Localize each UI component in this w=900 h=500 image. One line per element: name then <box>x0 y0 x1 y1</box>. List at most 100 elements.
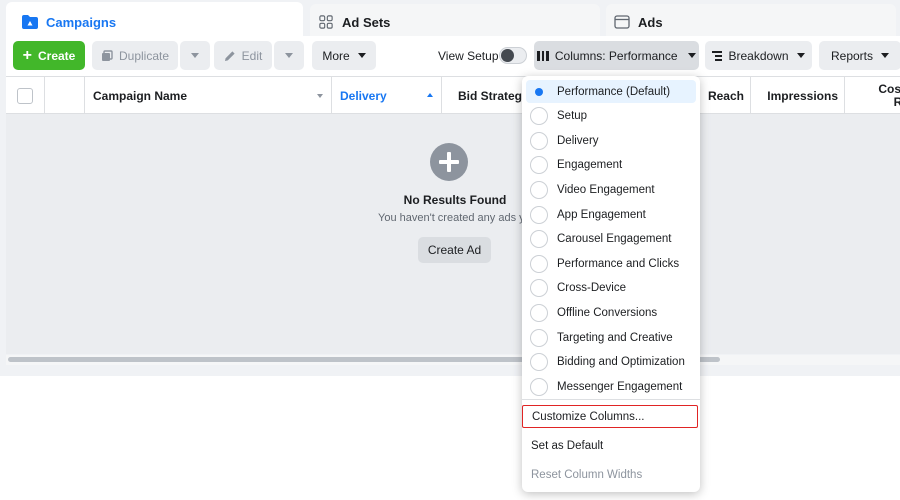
columns-icon <box>537 50 549 61</box>
tab-ads[interactable]: Ads <box>606 4 896 40</box>
campaign-name-label: Campaign Name <box>93 88 188 103</box>
view-setup-label: View Setup <box>438 49 499 63</box>
column-preset-label: Setup <box>557 110 588 123</box>
column-preset-item[interactable]: Bidding and Optimization <box>526 351 696 374</box>
reach-label: Reach <box>707 88 744 103</box>
breakdown-icon <box>712 50 723 61</box>
column-preset-label: Bidding and Optimization <box>557 356 685 369</box>
radio-icon <box>530 131 548 150</box>
column-preset-item[interactable]: Video Engagement <box>526 178 696 201</box>
column-preset-label: Targeting and Creative <box>557 331 673 344</box>
edit-dropdown-button[interactable] <box>274 41 304 70</box>
column-header-delivery[interactable]: Delivery <box>332 77 442 114</box>
column-preset-label: Carousel Engagement <box>557 233 672 246</box>
columns-button[interactable]: Columns: Performance <box>534 41 699 70</box>
toolbar: + Create Duplicate Edit More View Setup <box>6 36 900 76</box>
column-header-campaign-name[interactable]: Campaign Name <box>85 77 332 114</box>
tab-ad-sets-label: Ad Sets <box>342 14 391 30</box>
bid-strategy-label: Bid Strategy <box>458 88 529 103</box>
column-preset-item[interactable]: Carousel Engagement <box>526 228 696 251</box>
radio-icon <box>530 279 548 298</box>
radio-icon <box>530 254 548 273</box>
column-preset-item[interactable]: Performance and Clicks <box>526 252 696 275</box>
column-preset-label: Delivery <box>557 134 599 147</box>
column-preset-label: Video Engagement <box>557 183 655 196</box>
tab-campaigns-label: Campaigns <box>46 14 117 30</box>
plus-circle-icon <box>430 143 468 181</box>
column-preset-item[interactable]: Setup <box>526 105 696 128</box>
menu-divider <box>522 399 700 400</box>
radio-icon <box>530 328 548 347</box>
plus-icon: + <box>22 46 32 64</box>
column-preset-label: Performance and Clicks <box>557 257 680 270</box>
column-preset-item[interactable]: Cross-Device <box>526 277 696 300</box>
column-header-bid-strategy[interactable]: Bid Strategy <box>442 77 532 114</box>
toggle-column-header <box>45 77 85 114</box>
duplicate-icon <box>101 49 113 61</box>
empty-state-subtitle: You haven't created any ads ye <box>378 212 524 224</box>
delivery-label: Delivery <box>340 88 387 103</box>
sort-icon <box>317 94 323 98</box>
column-preset-item[interactable]: Delivery <box>526 129 696 152</box>
radio-icon <box>530 377 548 396</box>
radio-icon <box>530 107 548 126</box>
reports-button[interactable]: Reports <box>819 41 900 70</box>
radio-icon <box>530 353 548 372</box>
column-preset-item[interactable]: App Engagement <box>526 203 696 226</box>
sort-ascending-icon <box>427 93 433 97</box>
select-all-checkbox[interactable] <box>17 87 33 104</box>
column-preset-item[interactable]: Targeting and Creative <box>526 326 696 349</box>
chevron-down-icon <box>191 53 199 58</box>
duplicate-button[interactable]: Duplicate <box>92 41 178 70</box>
column-header-cost-per-result[interactable]: Cost Re <box>845 77 900 114</box>
ads-manager-page: Campaigns Ad Sets Ads + Create Duplicate <box>0 0 900 500</box>
grid-icon <box>319 15 333 29</box>
radio-icon <box>530 303 548 322</box>
pencil-icon <box>224 50 235 61</box>
create-button[interactable]: + Create <box>13 41 85 70</box>
folder-icon <box>22 15 38 29</box>
column-preset-item[interactable]: Performance (Default) <box>526 80 696 103</box>
ad-window-icon <box>614 15 630 29</box>
edit-label: Edit <box>241 48 263 63</box>
duplicate-dropdown-button[interactable] <box>180 41 210 70</box>
radio-selected-icon <box>530 83 548 101</box>
radio-icon <box>530 205 548 224</box>
column-preset-label: Offline Conversions <box>557 306 658 319</box>
column-preset-label: Messenger Engagement <box>557 380 683 393</box>
column-header-impressions[interactable]: Impressions <box>751 77 845 114</box>
breakdown-label: Breakdown <box>728 48 789 63</box>
view-setup-toggle[interactable] <box>499 47 527 64</box>
select-all-cell <box>6 77 45 114</box>
more-label: More <box>322 48 350 63</box>
columns-dropdown-menu: Performance (Default) Setup Delivery Engage… <box>522 76 700 492</box>
column-header-reach[interactable]: Reach <box>699 77 751 114</box>
tab-ads-label: Ads <box>638 14 663 30</box>
cost-label-line2: Re <box>893 94 900 109</box>
column-preset-item[interactable]: Engagement <box>526 154 696 177</box>
impressions-label: Impressions <box>767 88 838 103</box>
column-preset-label: App Engagement <box>557 208 646 221</box>
chevron-down-icon <box>881 53 890 58</box>
toggle-knob <box>501 49 514 62</box>
horizontal-scrollbar[interactable] <box>6 355 900 365</box>
chevron-down-icon <box>357 53 366 58</box>
edit-button[interactable]: Edit <box>214 41 272 70</box>
chevron-down-icon <box>687 53 696 58</box>
create-ad-button[interactable]: Create Ad <box>418 237 491 263</box>
column-preset-label: Cross-Device <box>557 282 627 295</box>
breakdown-button[interactable]: Breakdown <box>705 41 812 70</box>
column-preset-label: Performance (Default) <box>557 85 671 98</box>
columns-label: Columns: Performance <box>554 48 678 63</box>
radio-icon <box>530 180 548 199</box>
customize-columns-item[interactable]: Customize Columns... <box>522 405 698 428</box>
column-preset-item[interactable]: Messenger Engagement <box>526 375 696 398</box>
more-button[interactable]: More <box>312 41 376 70</box>
set-as-default-item[interactable]: Set as Default <box>522 434 698 457</box>
tab-ad-sets[interactable]: Ad Sets <box>310 4 600 40</box>
column-preset-item[interactable]: Offline Conversions <box>526 301 696 324</box>
radio-icon <box>530 156 548 175</box>
chevron-down-icon <box>796 53 805 58</box>
create-label: Create <box>37 48 76 63</box>
reports-label: Reports <box>830 48 874 63</box>
